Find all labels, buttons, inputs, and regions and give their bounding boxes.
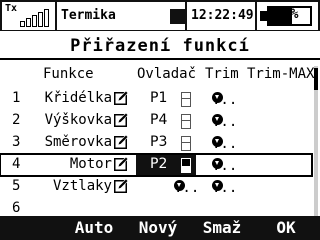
table-row[interactable]: 5 Vztlaky...... xyxy=(0,176,312,198)
function-name: Výškovka xyxy=(44,112,112,128)
col-header-trim-max: Trim-MAX xyxy=(247,66,315,82)
switch-slot-icon[interactable] xyxy=(181,114,191,129)
switch-slot-icon[interactable] xyxy=(181,158,191,173)
function-name: Vztlaky xyxy=(52,178,112,194)
table-row[interactable]: 4 Motor P2... xyxy=(0,153,313,177)
circle-down-arrow-icon xyxy=(212,180,223,191)
clock-time: 12:22:49 xyxy=(191,8,254,23)
circle-down-arrow-icon xyxy=(212,158,223,169)
signal-bar-4 xyxy=(38,12,43,27)
function-name: Motor xyxy=(69,156,112,172)
ok-button[interactable]: OK xyxy=(256,216,316,240)
col-header-funkce: Funkce xyxy=(43,66,94,82)
edit-icon[interactable] xyxy=(114,112,129,127)
auto-button[interactable]: Auto xyxy=(64,216,124,240)
circle-down-arrow-icon xyxy=(212,136,223,147)
control-assignment[interactable]: P3 xyxy=(150,134,167,150)
status-bar: Tx Termika 12:22:49 57% xyxy=(0,0,320,31)
edit-icon[interactable] xyxy=(114,90,129,105)
edit-icon[interactable] xyxy=(114,156,129,171)
switch-slot-icon[interactable] xyxy=(181,92,191,107)
battery-box: 57% xyxy=(257,2,318,30)
clock-box: 12:22:49 xyxy=(187,2,255,30)
model-name-box: Termika xyxy=(57,2,185,30)
title-divider xyxy=(0,58,320,60)
row-number: 6 xyxy=(12,200,21,216)
signal-indicator: Tx xyxy=(2,2,55,30)
battery-cap-icon xyxy=(260,11,267,21)
softkey-bar: Auto Nový Smaž OK xyxy=(0,216,320,240)
control-assignment[interactable]: P1 xyxy=(150,90,167,106)
signal-bar-2 xyxy=(26,18,31,27)
table-row[interactable]: 3 Směrovka P3... xyxy=(0,132,312,154)
tx-label: Tx xyxy=(5,3,18,14)
control-assignment[interactable]: P4 xyxy=(150,112,167,128)
edit-icon[interactable] xyxy=(114,134,129,149)
new-button[interactable]: Nový xyxy=(128,216,188,240)
signal-bar-1 xyxy=(20,21,25,27)
control-assignment[interactable]: P2 xyxy=(150,156,167,172)
signal-bar-5 xyxy=(44,9,49,27)
page-title: Přiřazení funkcí xyxy=(70,36,250,56)
col-header-trim: Trim xyxy=(205,66,239,82)
stop-square-icon xyxy=(170,9,185,24)
table-row[interactable]: 2 Výškovka P4... xyxy=(0,110,312,132)
circle-down-arrow-icon xyxy=(174,180,185,191)
model-name: Termika xyxy=(61,8,116,23)
scrollbar-thumb[interactable] xyxy=(314,68,318,90)
battery-percent: 57% xyxy=(275,7,299,22)
function-name: Směrovka xyxy=(44,134,112,150)
delete-button[interactable]: Smaž xyxy=(192,216,252,240)
switch-slot-icon[interactable] xyxy=(181,136,191,151)
circle-down-arrow-icon xyxy=(212,92,223,103)
function-name: Křidélka xyxy=(44,90,112,106)
signal-bar-3 xyxy=(32,15,37,27)
scrollbar[interactable] xyxy=(314,66,318,216)
table-row[interactable]: 1 Křidélka P1... xyxy=(0,88,312,110)
circle-down-arrow-icon xyxy=(212,114,223,125)
col-header-ovladac: Ovladač xyxy=(137,66,197,82)
edit-icon[interactable] xyxy=(114,178,129,193)
